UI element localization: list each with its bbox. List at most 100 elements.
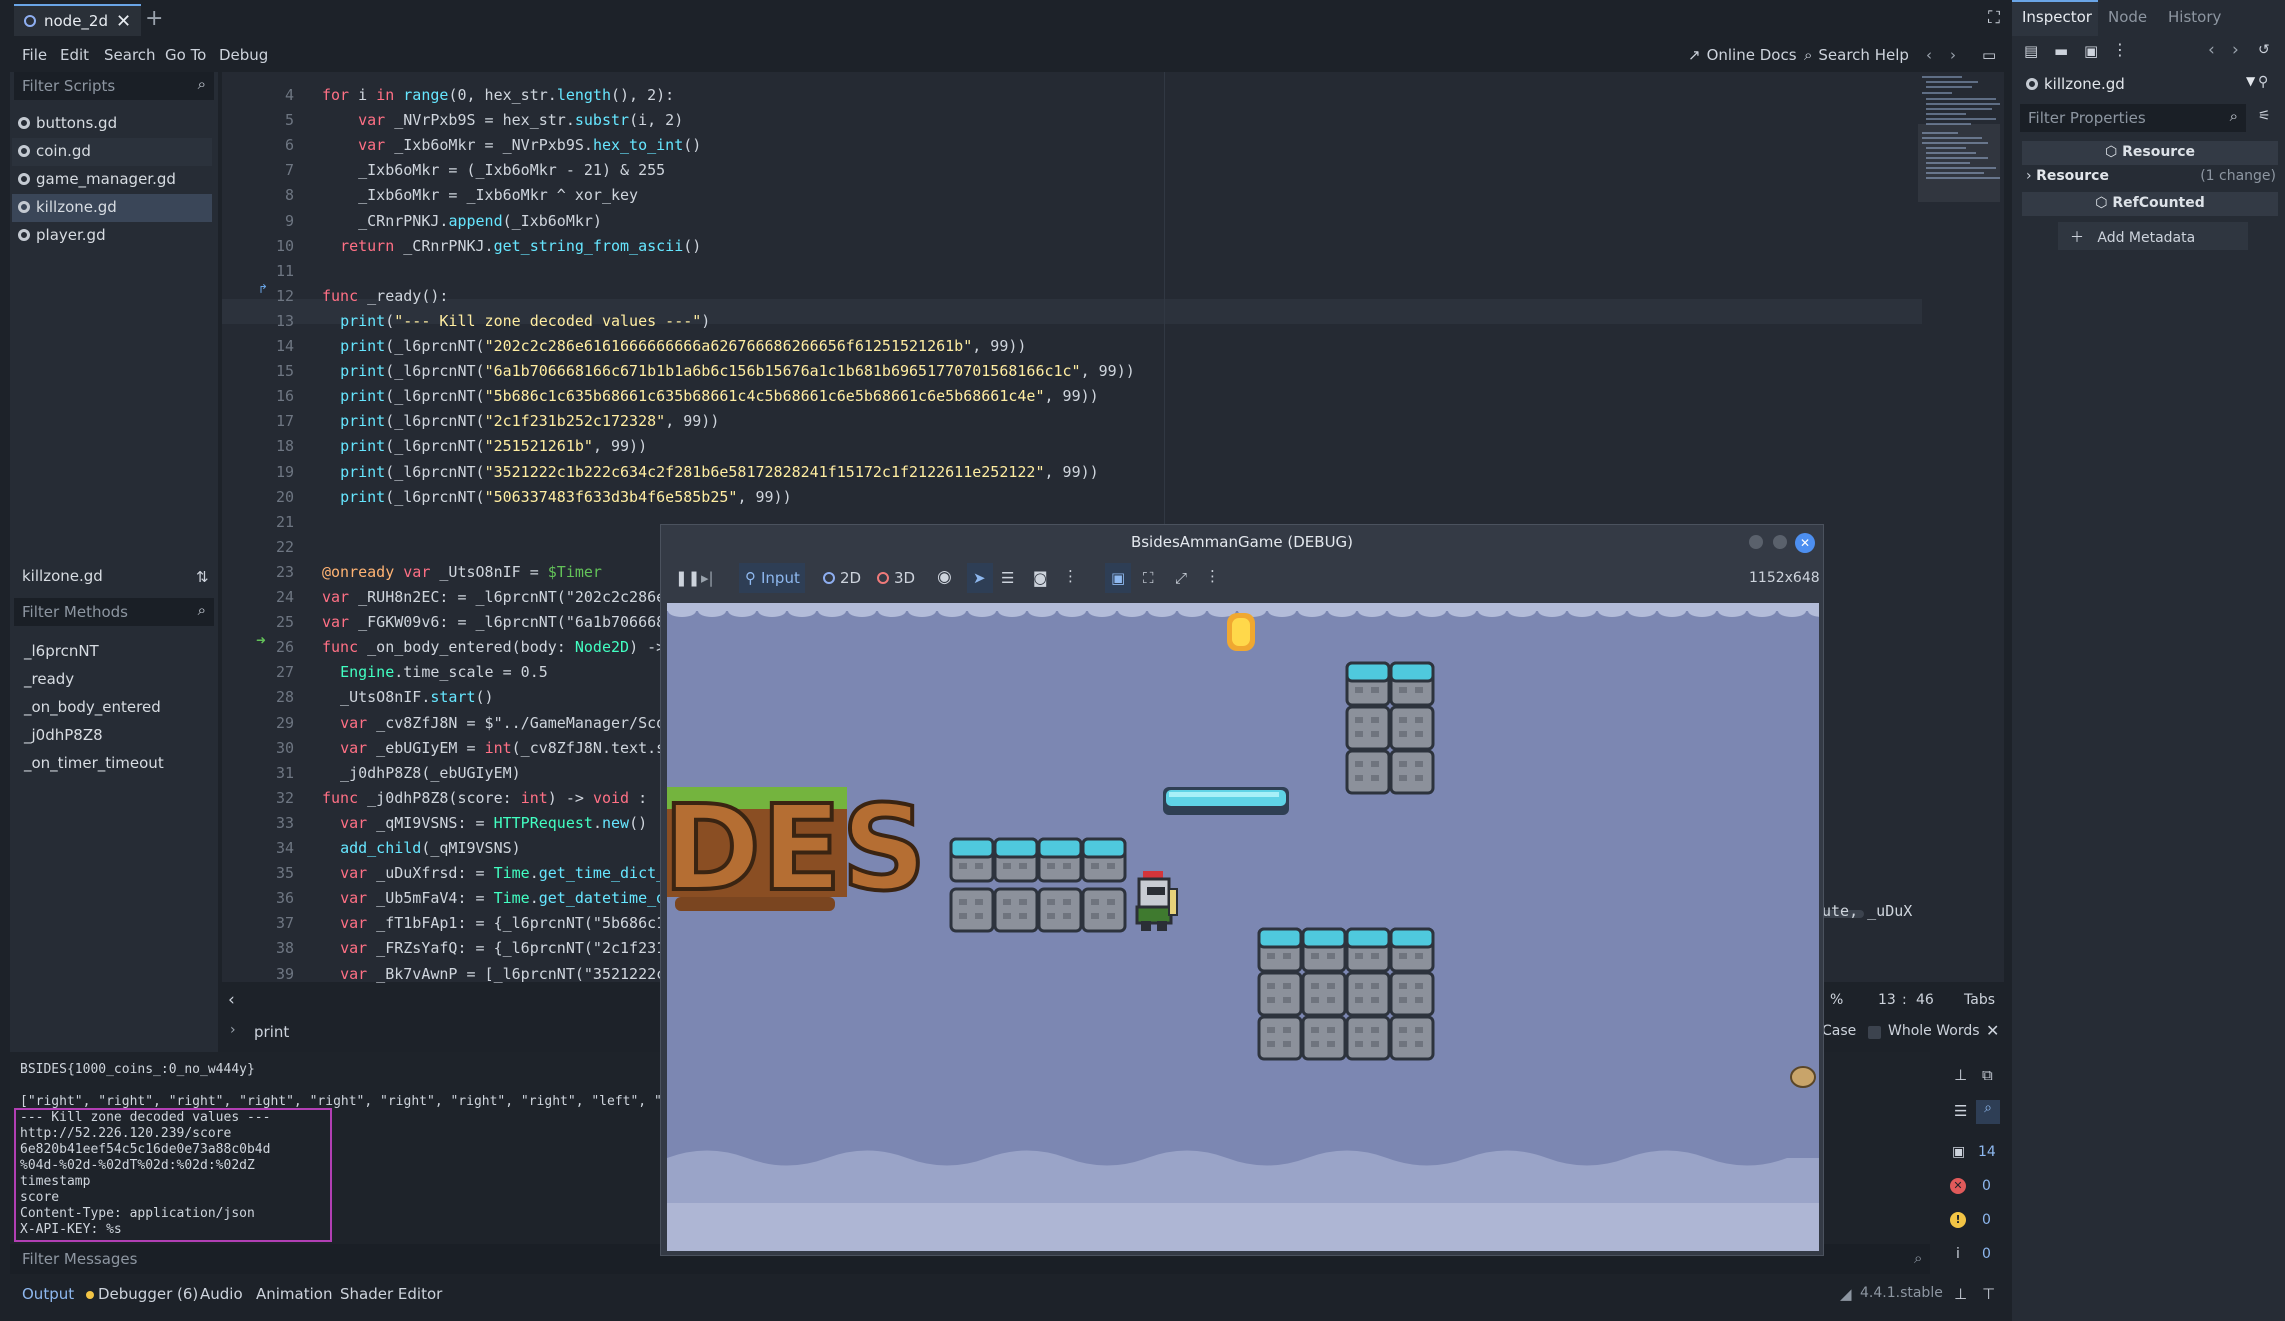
2d-button[interactable]: 2D <box>823 569 861 587</box>
section-resource[interactable]: › Resource (1 change) <box>2026 168 2276 184</box>
online-docs-button[interactable]: ↗ Online Docs <box>1688 46 1797 64</box>
fit-icon[interactable]: ⛶ <box>1143 569 1154 587</box>
method-item[interactable]: _ready <box>24 670 74 688</box>
code-line[interactable]: var _ebUGIyEM = int(_cv8ZfJ8N.text.s <box>322 739 665 757</box>
method-item[interactable]: _on_body_entered <box>24 698 161 716</box>
camera-icon[interactable]: ◙ <box>1033 569 1048 587</box>
history-forward-icon[interactable]: › <box>1950 46 1956 64</box>
list-icon[interactable]: ☰ <box>1954 1102 1967 1120</box>
toggle-panel-icon[interactable]: ‹ <box>228 990 235 1010</box>
script-item-buttons[interactable]: buttons.gd <box>12 110 212 138</box>
sort-icon[interactable]: ⇅ <box>196 568 209 586</box>
filter-methods-input[interactable]: Filter Methods ⌕ <box>14 598 214 626</box>
code-line[interactable]: _Ixb6oMkr = _Ixb6oMkr ^ xor_key <box>322 186 638 204</box>
code-line[interactable]: add_child(_qMI9VSNS) <box>322 839 521 857</box>
code-line[interactable]: for i in range(0, hex_str.length(), 2): <box>322 86 674 104</box>
close-icon[interactable]: ✕ <box>116 11 131 32</box>
code-line[interactable]: print(_l6prcnNT("5b686c1c635b68661c635b6… <box>322 387 1099 405</box>
zoom-percent[interactable]: % <box>1830 992 1843 1008</box>
code-line[interactable]: func _on_body_entered(body: Node2D) -> v <box>322 638 683 656</box>
tab-history[interactable]: History <box>2168 8 2221 26</box>
tab-inspector[interactable]: Inspector <box>2022 8 2092 26</box>
pin-icon[interactable]: ⊥ <box>1954 1285 1967 1303</box>
code-line[interactable]: _CRnrPNKJ.append(_Ixb6oMkr) <box>322 212 602 230</box>
distraction-free-icon[interactable]: ⛶ <box>1988 8 2000 28</box>
script-item-killzone[interactable]: killzone.gd <box>12 194 212 222</box>
tab-output[interactable]: Output <box>22 1285 74 1303</box>
error-icon[interactable]: ✕ <box>1950 1178 1966 1194</box>
indent-mode[interactable]: Tabs <box>1964 992 1995 1008</box>
resource-selector[interactable]: killzone.gd ▼ <box>2020 70 2255 98</box>
code-line[interactable]: func _j0dhP8Z8(score: int) -> void : <box>322 789 647 807</box>
search-icon[interactable]: ⌕ <box>1976 1100 2000 1124</box>
code-line[interactable]: var _uDuXfrsd: = Time.get_time_dict_ <box>322 864 665 882</box>
more-icon[interactable]: ⋮ <box>1205 567 1220 585</box>
close-window-button[interactable]: ✕ <box>1795 533 1815 553</box>
code-minimap[interactable] <box>1918 72 2000 202</box>
warning-icon[interactable]: ! <box>1950 1212 1966 1228</box>
next-frame-icon[interactable]: ▸| <box>701 569 714 587</box>
menu-search[interactable]: Search <box>104 46 156 64</box>
tab-debugger[interactable]: Debugger (6) <box>98 1285 198 1303</box>
code-line[interactable]: return _CRnrPNKJ.get_string_from_ascii() <box>322 237 701 255</box>
float-window-icon[interactable]: ▭ <box>1982 46 1996 64</box>
3d-button[interactable]: 3D <box>877 569 915 587</box>
tune-icon[interactable]: ⚟ <box>2258 108 2271 124</box>
code-line[interactable]: var _FRZsYafQ: = {_l6prcnNT("2c1f231 <box>322 939 665 957</box>
log-count[interactable]: 14 <box>1978 1144 1996 1160</box>
code-line[interactable]: @onready var _UtsO8nIF = $Timer <box>322 563 602 581</box>
open-folder-icon[interactable]: ▬ <box>2054 42 2068 60</box>
code-line[interactable]: _Ixb6oMkr = (_Ixb6oMkr - 21) & 255 <box>322 161 665 179</box>
menu-goto[interactable]: Go To <box>165 46 206 64</box>
script-item-player[interactable]: player.gd <box>12 222 212 250</box>
minimize-button[interactable] <box>1749 535 1763 549</box>
menu-debug[interactable]: Debug <box>219 46 268 64</box>
code-line[interactable]: var _Bk7vAwnP = [_l6prcnNT("3521222c <box>322 965 665 983</box>
code-line[interactable]: _UtsO8nIF.start() <box>322 688 494 706</box>
new-resource-icon[interactable]: ▤ <box>2024 42 2038 60</box>
select-cursor-icon[interactable]: ➤ <box>973 569 986 587</box>
signal-connection-icon[interactable]: ➜ <box>256 633 266 647</box>
tab-node[interactable]: Node <box>2108 8 2147 26</box>
maximize-button[interactable] <box>1773 535 1787 549</box>
code-line[interactable]: print(_l6prcnNT("3521222c1b222c634c2f281… <box>322 463 1099 481</box>
copy-icon[interactable]: ⧉ <box>1982 1066 1993 1084</box>
code-line[interactable]: print(_l6prcnNT("2c1f231b252c172328", 99… <box>322 412 719 430</box>
more-icon[interactable]: ⋮ <box>1063 567 1078 585</box>
more-icon[interactable]: ⋮ <box>2112 40 2128 59</box>
info-icon[interactable]: i <box>1956 1246 1960 1262</box>
pin-icon[interactable]: ⊥ <box>1954 1066 1967 1084</box>
code-line[interactable]: var _RUH8n2EC: = _l6prcnNT("202c2c286e61 <box>322 588 683 606</box>
add-tab-icon[interactable]: + <box>145 6 163 31</box>
error-count[interactable]: 0 <box>1982 1178 1991 1194</box>
menu-edit[interactable]: Edit <box>60 46 89 64</box>
eye-icon[interactable]: ◉ <box>937 567 952 587</box>
warning-count[interactable]: 0 <box>1982 1212 1991 1228</box>
list-select-icon[interactable]: ☰ <box>1001 569 1014 587</box>
tab-shader-editor[interactable]: Shader Editor <box>340 1285 442 1303</box>
code-line[interactable]: Engine.time_scale = 0.5 <box>322 663 548 681</box>
history-back-icon[interactable]: ‹ <box>2208 40 2215 60</box>
whole-words-label[interactable]: Whole Words <box>1888 1023 1980 1039</box>
code-line[interactable]: var _qMI9VSNS: = HTTPRequest.new() <box>322 814 647 832</box>
script-item-coin[interactable]: coin.gd <box>12 138 212 166</box>
input-button[interactable]: ⚲ Input <box>745 569 800 587</box>
save-icon[interactable]: ▣ <box>2084 42 2098 60</box>
camera-override-icon[interactable]: ▣ <box>1111 569 1125 587</box>
add-metadata-button[interactable]: ＋ Add Metadata <box>2058 222 2248 250</box>
fullscreen-icon[interactable]: ⤢ <box>1175 569 1187 587</box>
method-item[interactable]: _on_timer_timeout <box>24 754 164 772</box>
script-item-game-manager[interactable]: game_manager.gd <box>12 166 212 194</box>
log-messages-icon[interactable]: ▣ <box>1952 1144 1965 1160</box>
code-line[interactable]: print(_l6prcnNT("251521261b", 99)) <box>322 437 647 455</box>
match-case-label[interactable]: Case <box>1822 1023 1856 1039</box>
code-line[interactable]: var _FGKW09v6: = _l6prcnNT("6a1b70666816 <box>322 613 683 631</box>
code-line[interactable]: func _ready(): <box>322 287 448 305</box>
code-line[interactable]: print(_l6prcnNT("202c2c286e6161666666666… <box>322 337 1026 355</box>
history-back-icon[interactable]: ‹ <box>1926 46 1932 64</box>
info-count[interactable]: 0 <box>1982 1246 1991 1262</box>
game-viewport[interactable]: DES <box>667 603 1819 1251</box>
filter-properties-input[interactable]: Filter Properties ⌕ <box>2020 104 2246 132</box>
code-line[interactable]: var _fT1bFAp1: = {_l6prcnNT("5b686c1c <box>322 914 674 932</box>
code-line[interactable]: _j0dhP8Z8(_ebUGIyEM) <box>322 764 521 782</box>
